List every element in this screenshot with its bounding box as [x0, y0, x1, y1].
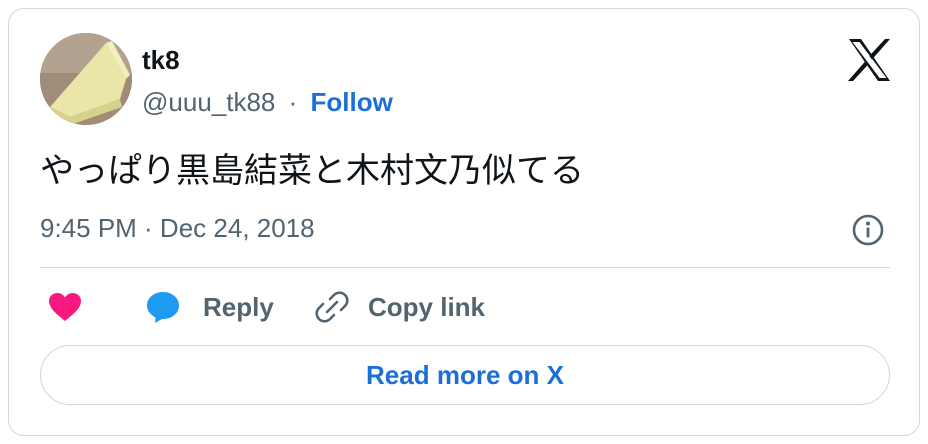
avatar[interactable] [40, 33, 132, 125]
tweet-text: やっぱり黒島結菜と木村文乃似てる [40, 151, 584, 191]
cheese-slice-avatar-icon [40, 33, 132, 125]
handle-row: @uuu_tk88 · Follow [142, 87, 393, 117]
heart-icon [49, 293, 81, 321]
display-name[interactable]: tk8 [142, 45, 180, 75]
reply-label: Reply [203, 291, 274, 322]
user-handle[interactable]: @uuu_tk88 [142, 87, 275, 117]
reply-button[interactable]: Reply [145, 287, 274, 327]
read-more-button[interactable]: Read more on X [40, 345, 890, 405]
tweet-timestamp[interactable]: 9:45 PM · Dec 24, 2018 [40, 212, 315, 244]
divider [40, 267, 890, 268]
copy-link-label: Copy link [368, 291, 486, 322]
tweet-card: tk8 @uuu_tk88 · Follow やっぱり黒島結菜と木村文乃似てる … [8, 8, 920, 436]
follow-button[interactable]: Follow [311, 87, 393, 117]
speech-bubble-icon [147, 292, 179, 323]
x-logo-icon[interactable] [846, 37, 892, 83]
read-more-label: Read more on X [366, 359, 564, 390]
separator-dot: · [288, 87, 298, 117]
info-icon[interactable] [851, 213, 885, 247]
like-button[interactable] [47, 287, 83, 327]
link-icon [315, 291, 349, 323]
copy-link-button[interactable]: Copy link [314, 287, 485, 327]
